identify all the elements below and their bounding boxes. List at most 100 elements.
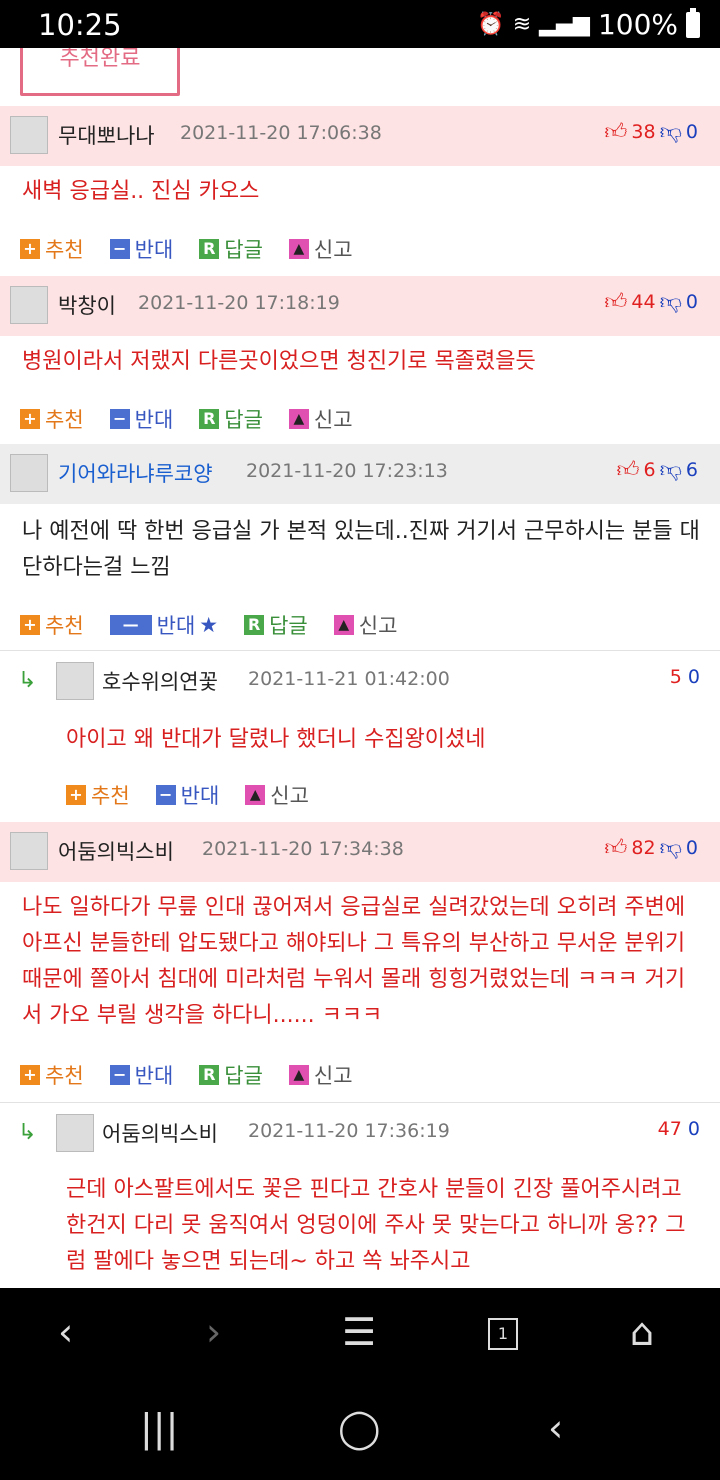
back-icon[interactable]: ‹ [58, 1310, 73, 1354]
minus-icon: − [109, 1065, 130, 1085]
menu-icon[interactable]: ☰ [342, 1310, 376, 1354]
recommend-done-button[interactable]: 추천완료 [20, 48, 180, 96]
reply-author[interactable]: 어둠의빅스비 [102, 1118, 218, 1148]
reply-arrow-icon: ↳ [18, 1120, 37, 1145]
oppose-button[interactable]: − 반대 [155, 780, 220, 810]
reply-text: 아이고 왜 반대가 달렸나 했더니 수집왕이셨네 [66, 727, 486, 752]
avatar[interactable] [10, 116, 48, 154]
report-label: 신고 [358, 614, 398, 638]
comment-date: 2021-11-20 17:34:38 [202, 838, 404, 860]
siren-icon: ▲ [288, 1065, 309, 1085]
avatar[interactable] [56, 662, 94, 700]
avatar[interactable] [56, 1114, 94, 1152]
plus-icon: + [20, 409, 40, 429]
reply-votes: 5 0 [670, 666, 700, 688]
comment-header: 박창이 2021-11-20 17:18:19 👍︎ 44 👎︎ 0 [0, 276, 720, 336]
thumbs-down-icon: 👎︎ [659, 290, 682, 315]
recommend-button[interactable]: + 추천 [20, 1060, 84, 1090]
report-button[interactable]: ▲ 신고 [288, 404, 353, 434]
report-button[interactable]: ▲ 신고 [245, 780, 309, 810]
report-button[interactable]: ▲ 신고 [333, 610, 398, 640]
minus-icon: − [155, 785, 176, 805]
report-label: 신고 [313, 1064, 353, 1088]
comment-author[interactable]: 무대뽀나나 [58, 120, 155, 150]
battery-icon [686, 7, 700, 38]
home-icon[interactable]: ⌂ [630, 1310, 654, 1354]
comment-header: 어둠의빅스비 2021-11-20 17:34:38 👍︎ 82 👎︎ 0 [0, 822, 720, 882]
avatar[interactable] [10, 454, 48, 492]
reply-label: 답글 [224, 238, 263, 262]
system-nav-bar: ||| ◯ ‹ [0, 1384, 720, 1480]
recommend-button[interactable]: + 추천 [20, 404, 84, 434]
thumbs-up-icon: 👍︎ [604, 120, 628, 145]
oppose-label: 반대 [134, 238, 174, 262]
oppose-label: 반대 [134, 1064, 174, 1088]
oppose-button[interactable]: − 반대 [109, 234, 174, 264]
comment-date: 2021-11-20 17:18:19 [138, 292, 340, 314]
recommend-button[interactable]: + 추천 [20, 234, 84, 264]
reply-date: 2021-11-21 01:42:00 [248, 668, 450, 690]
reply-label: 답글 [224, 1064, 263, 1088]
thumbs-down-icon: 👎︎ [659, 836, 682, 861]
back-nav-icon[interactable]: ‹ [548, 1406, 563, 1450]
upvote-count: 38 [631, 120, 656, 143]
reply-button[interactable]: R 답글 [199, 1060, 263, 1090]
recent-apps-icon[interactable]: ||| [140, 1406, 178, 1450]
reply-icon: R [199, 409, 220, 429]
avatar[interactable] [10, 286, 48, 324]
siren-icon: ▲ [333, 615, 354, 635]
downvote-count: 0 [685, 836, 698, 859]
plus-icon: + [66, 785, 86, 805]
report-label: 신고 [270, 784, 309, 808]
comment-author[interactable]: 박창이 [58, 290, 116, 320]
thumbs-down-icon: 👎︎ [659, 120, 682, 145]
comment-text: 새벽 응급실.. 진심 카오스 [22, 179, 260, 204]
oppose-label: 반대 [180, 784, 220, 808]
reply-button[interactable]: R 답글 [199, 404, 263, 434]
plus-icon: + [20, 1065, 40, 1085]
comment-actions: + 추천 − 반대 R 답글 ▲ 신고 [20, 1060, 379, 1090]
signal-icon: ▂▄▆ [539, 12, 590, 37]
avatar[interactable] [10, 832, 48, 870]
comment-author[interactable]: 어둠의빅스비 [58, 836, 174, 866]
thumbs-up-icon: 👍︎ [604, 836, 628, 861]
reply-icon: R [199, 1065, 220, 1085]
comment-actions: + 추천 − 반대 R 답글 ▲ 신고 [20, 404, 379, 434]
report-button[interactable]: ▲ 신고 [288, 234, 353, 264]
siren-icon: ▲ [288, 409, 309, 429]
comment-actions: + 추천 − 반대 R 답글 ▲ 신고 [20, 234, 379, 264]
recommend-button[interactable]: + 추천 [66, 780, 130, 810]
reply-author[interactable]: 호수위의연꽃 [102, 666, 218, 696]
comment-author[interactable]: 기어와라냐루코양 [58, 458, 213, 488]
report-label: 신고 [313, 408, 353, 432]
downvote-count: 0 [687, 666, 700, 688]
reply-button[interactable]: R 답글 [244, 610, 308, 640]
recommend-button[interactable]: + 추천 [20, 610, 84, 640]
home-circle-icon[interactable]: ◯ [338, 1406, 381, 1450]
wifi-icon: ≋ [512, 12, 532, 37]
reply-arrow-icon: ↳ [18, 668, 37, 693]
recommend-label: 추천 [45, 238, 84, 262]
tabs-button[interactable]: 1 [488, 1318, 518, 1350]
comment-header: 기어와라냐루코양 2021-11-20 17:23:13 👍︎ 6 👎︎ 6 [0, 444, 720, 504]
recommend-label: 추천 [45, 614, 84, 638]
downvote-count: 0 [685, 120, 698, 143]
comment-actions: + 추천 — 반대 ★ R 답글 ▲ 신고 [20, 610, 423, 640]
browser-toolbar: ‹ › ☰ 1 ⌂ [0, 1288, 720, 1384]
report-button[interactable]: ▲ 신고 [288, 1060, 353, 1090]
oppose-button[interactable]: − 반대 [109, 404, 173, 434]
reply-label: 답글 [269, 614, 308, 638]
report-label: 신고 [313, 238, 353, 262]
vote-counts: 👍︎ 38 👎︎ 0 [604, 118, 698, 145]
status-icons: ⏰ ≋ ▂▄▆ 100% [477, 7, 700, 41]
forward-icon[interactable]: › [206, 1310, 221, 1354]
star-icon: ★ [199, 613, 219, 637]
comment-list[interactable]: 추천완료 무대뽀나나 2021-11-20 17:06:38 👍︎ 38 👎︎ … [0, 48, 720, 1288]
upvote-count: 44 [631, 290, 656, 313]
reply-text: 근데 아스팔트에서도 꽃은 핀다고 간호사 분들이 긴장 풀어주시려고 한건지 … [66, 1177, 686, 1274]
downvote-count: 0 [687, 1118, 700, 1140]
reply-button[interactable]: R 답글 [199, 234, 263, 264]
oppose-button[interactable]: − 반대 [109, 1060, 174, 1090]
plus-icon: + [20, 239, 40, 259]
oppose-button[interactable]: — 반대 ★ [109, 610, 219, 640]
